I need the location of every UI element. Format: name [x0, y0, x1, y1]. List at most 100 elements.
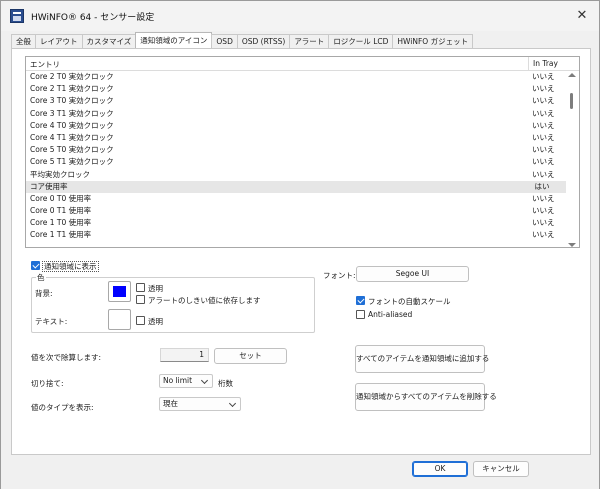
background-transparent-label: 透明 — [148, 284, 163, 293]
tab-2[interactable]: カスタマイズ — [81, 34, 137, 48]
list-header: エントリ In Tray — [26, 57, 579, 71]
table-row[interactable]: Core 1 T0 使用率 いいえ — [26, 217, 566, 229]
row-in-tray: いいえ — [532, 230, 555, 240]
list-scrollbar[interactable] — [565, 71, 579, 247]
cancel-button[interactable]: キャンセル — [473, 461, 529, 477]
depend-alert-label: アラートのしきい値に依存します — [148, 296, 261, 305]
sensor-entry-list[interactable]: エントリ In Tray Core 2 T0 実効クロック いいえ Core 2 T… — [25, 56, 580, 248]
tab-strip: 全般 レイアウト カスタマイズ 通知領域のアイコン OSD OSD (RTSS) アラートロ… — [11, 32, 474, 49]
table-row[interactable]: Core 0 T0 使用率 いいえ — [26, 193, 566, 205]
row-entry: Core 0 T1 使用率 — [30, 206, 92, 216]
font-auto-scale-label: フォントの自動スケール — [368, 297, 451, 306]
row-entry: Core 1 T0 使用率 — [30, 218, 92, 228]
tab-5[interactable]: OSD (RTSS) — [236, 34, 291, 48]
row-in-tray: いいえ — [532, 169, 555, 179]
value-type-dropdown[interactable]: 現在 — [159, 397, 241, 411]
add-all-to-tray-button[interactable]: すべてのアイテムを通知領域に追加する — [355, 345, 489, 373]
ok-button[interactable]: OK — [412, 461, 468, 477]
row-entry: Core 4 T0 実効クロック — [30, 120, 114, 130]
divide-value-field[interactable]: 1 — [160, 348, 209, 362]
background-color-fill — [113, 286, 126, 297]
row-in-tray: いいえ — [532, 96, 555, 106]
tab-4[interactable]: OSD — [211, 34, 238, 48]
row-in-tray: いいえ — [532, 145, 555, 155]
settings-window: HWiNFO® 64 - センサー設定 ✕ 全般 レイアウト カスタマイズ 通知領域の… — [0, 0, 600, 489]
row-entry: Core 5 T1 実効クロック — [30, 157, 114, 167]
row-entry: Core 4 T1 実効クロック — [30, 132, 114, 142]
scroll-up-arrow-icon[interactable] — [568, 73, 576, 77]
dialog-footer: OK キャンセル — [1, 456, 599, 489]
value-type-label: 値のタイプを表示: — [31, 403, 94, 412]
font-label: フォント: — [323, 271, 356, 280]
font-auto-scale-checkbox[interactable] — [356, 296, 365, 305]
hwinfo-app-icon — [10, 9, 24, 23]
table-row[interactable]: Core 0 T1 使用率 いいえ — [26, 205, 566, 217]
tab-3[interactable]: 通知領域のアイコン — [135, 32, 213, 48]
column-header-in-tray[interactable]: In Tray — [528, 57, 564, 70]
background-transparent-checkbox[interactable] — [136, 283, 145, 292]
color-group-label: 色 — [36, 272, 46, 283]
table-row[interactable]: コア使用率 はい — [26, 180, 566, 193]
row-entry: コア使用率 — [30, 181, 68, 191]
table-row[interactable]: Core 1 T1 使用率 いいえ — [26, 229, 566, 241]
row-in-tray: いいえ — [532, 193, 555, 203]
window-title: HWiNFO® 64 - センサー設定 — [31, 13, 155, 23]
row-in-tray: はい — [534, 181, 550, 191]
tab-8[interactable]: HWiNFO ガジェット — [392, 34, 474, 48]
row-entry: Core 5 T0 実効クロック — [30, 145, 114, 155]
background-color-swatch[interactable] — [108, 281, 131, 302]
row-in-tray: いいえ — [532, 157, 555, 167]
scroll-thumb[interactable] — [570, 93, 573, 109]
row-entry: Core 1 T1 使用率 — [30, 230, 92, 240]
text-color-label: テキスト: — [35, 317, 68, 326]
set-button[interactable]: セット — [214, 348, 287, 364]
anti-aliased-label: Anti-aliased — [368, 310, 413, 319]
tab-1[interactable]: レイアウト — [35, 34, 83, 48]
scroll-down-arrow-icon[interactable] — [568, 243, 576, 247]
table-row[interactable]: Core 3 T1 実効クロック いいえ — [26, 108, 566, 120]
text-color-swatch[interactable] — [108, 309, 131, 330]
table-row[interactable]: Core 2 T1 実効クロック いいえ — [26, 83, 566, 95]
text-color-fill — [113, 314, 126, 325]
font-select-button[interactable]: Segoe UI — [356, 266, 469, 282]
table-row[interactable]: Core 4 T0 実効クロック いいえ — [26, 120, 566, 132]
row-in-tray: いいえ — [532, 218, 555, 228]
row-in-tray: いいえ — [532, 132, 555, 142]
table-row[interactable]: Core 5 T0 実効クロック いいえ — [26, 144, 566, 156]
show-in-tray-label[interactable]: 通知領域に表示 — [42, 261, 99, 272]
value-type-value: 現在 — [163, 399, 178, 408]
remove-all-from-tray-button[interactable]: 通知領域からすべてのアイテムを削除する — [355, 383, 497, 411]
text-transparent-checkbox[interactable] — [136, 316, 145, 325]
table-row[interactable]: Core 4 T1 実効クロック いいえ — [26, 132, 566, 144]
truncate-suffix: 桁数 — [218, 379, 233, 388]
text-transparent-label: 透明 — [148, 317, 163, 326]
table-row[interactable]: Core 3 T0 実効クロック いいえ — [26, 95, 566, 107]
truncate-dropdown[interactable]: No limit — [159, 374, 213, 388]
list-rows: Core 2 T0 実効クロック いいえ Core 2 T1 実効クロック いいえ Co… — [26, 71, 566, 242]
tray-icon-panel: エントリ In Tray Core 2 T0 実効クロック いいえ Core 2 T… — [11, 48, 591, 455]
title-bar: HWiNFO® 64 - センサー設定 ✕ — [1, 1, 599, 31]
chevron-down-icon — [228, 399, 237, 408]
depend-alert-checkbox[interactable] — [136, 295, 145, 304]
row-entry: Core 3 T0 実効クロック — [30, 96, 114, 106]
table-row[interactable]: 平均実効クロック いいえ — [26, 169, 566, 181]
tab-6[interactable]: アラート — [289, 34, 330, 48]
table-row[interactable]: Core 2 T0 実効クロック いいえ — [26, 71, 566, 83]
row-in-tray: いいえ — [532, 206, 555, 216]
column-header-entry[interactable]: エントリ — [30, 59, 60, 70]
show-in-tray-checkbox[interactable] — [31, 261, 40, 270]
row-entry: 平均実効クロック — [30, 169, 90, 179]
anti-aliased-checkbox[interactable] — [356, 310, 365, 319]
tab-7[interactable]: ロジクール LCD — [328, 34, 394, 48]
row-entry: Core 3 T1 実効クロック — [30, 108, 114, 118]
divide-label: 値を次で除算します: — [31, 353, 102, 362]
row-in-tray: いいえ — [532, 72, 555, 81]
close-button[interactable]: ✕ — [571, 5, 593, 27]
row-in-tray: いいえ — [532, 108, 555, 118]
chevron-down-icon — [200, 376, 209, 385]
tab-0[interactable]: 全般 — [11, 34, 36, 48]
row-entry: Core 2 T1 実効クロック — [30, 84, 114, 94]
truncate-label: 切り捨て: — [31, 379, 64, 388]
table-row[interactable]: Core 5 T1 実効クロック いいえ — [26, 156, 566, 168]
truncate-value: No limit — [163, 376, 193, 385]
